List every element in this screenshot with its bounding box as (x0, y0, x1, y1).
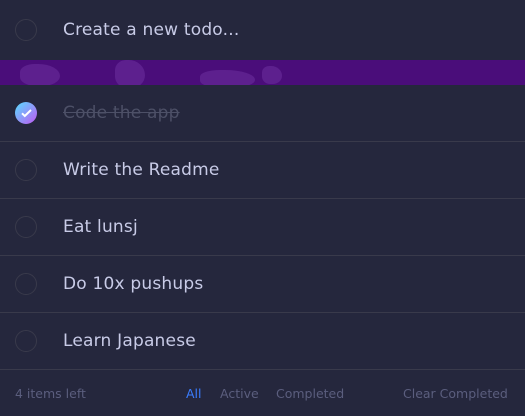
todo-item-inner: Write the Readme (0, 142, 525, 198)
check-icon[interactable] (15, 102, 37, 124)
new-todo-input[interactable]: Create a new todo... (63, 20, 239, 40)
new-todo-inner: Create a new todo... (0, 0, 525, 60)
todo-item[interactable]: Code the app (0, 85, 525, 142)
circle-icon[interactable] (15, 159, 37, 181)
todo-item-inner: Code the app (0, 85, 525, 141)
filter-active[interactable]: Active (220, 386, 259, 401)
background-blot (200, 70, 255, 85)
todo-item[interactable]: Learn Japanese (0, 313, 525, 370)
todo-item-inner: Learn Japanese (0, 313, 525, 369)
todo-text: Write the Readme (63, 160, 220, 180)
background-blot (262, 66, 282, 84)
todo-item[interactable]: Write the Readme (0, 142, 525, 199)
todo-text: Learn Japanese (63, 331, 196, 351)
items-left-count: 4 items left (15, 386, 86, 401)
background-blot (20, 64, 60, 85)
circle-icon[interactable] (15, 330, 37, 352)
filter-completed[interactable]: Completed (276, 386, 344, 401)
background-blot (115, 60, 145, 85)
todo-app: Create a new todo... Code the app Write … (0, 0, 525, 416)
background-image-strip (0, 60, 525, 85)
todo-item[interactable]: Eat lunsj (0, 199, 525, 256)
clear-completed-button[interactable]: Clear Completed (403, 386, 508, 401)
checkmark-icon (20, 108, 32, 117)
filter-all[interactable]: All (186, 386, 202, 401)
todo-item-inner: Eat lunsj (0, 199, 525, 255)
new-todo-circle-icon (15, 19, 37, 41)
todo-item-inner: Do 10x pushups (0, 256, 525, 312)
new-todo-row[interactable]: Create a new todo... (0, 0, 525, 60)
todo-list: Code the app Write the Readme Eat lunsj … (0, 85, 525, 416)
todo-text: Eat lunsj (63, 217, 138, 237)
todo-item[interactable]: Do 10x pushups (0, 256, 525, 313)
circle-icon[interactable] (15, 273, 37, 295)
todo-text: Do 10x pushups (63, 274, 204, 294)
circle-icon[interactable] (15, 216, 37, 238)
todo-text: Code the app (63, 103, 180, 123)
todo-footer: 4 items left All Active Completed Clear … (0, 370, 525, 416)
